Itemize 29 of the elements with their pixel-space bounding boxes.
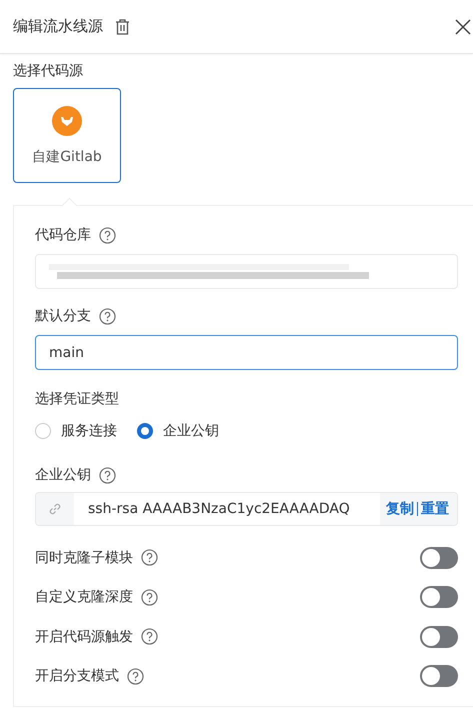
- switch-label: 同时克隆子模块: [35, 548, 133, 567]
- toggle-switch[interactable]: [420, 546, 458, 569]
- field-label: 默认分支: [35, 307, 91, 325]
- help-icon[interactable]: [99, 466, 116, 484]
- field-label: 选择代码源: [13, 63, 83, 79]
- fox-logo-icon: [52, 106, 82, 136]
- field-label: 企业公钥: [35, 466, 91, 484]
- toggle-switch[interactable]: [420, 586, 458, 608]
- help-icon[interactable]: [99, 308, 116, 324]
- close-icon[interactable]: [455, 18, 471, 34]
- toggle-switch[interactable]: [420, 665, 458, 688]
- help-icon[interactable]: [99, 226, 116, 244]
- field-label: 代码仓库: [35, 226, 91, 244]
- field-label: 选择凭证类型: [35, 391, 119, 407]
- switch-label: 开启代码源触发: [35, 628, 133, 646]
- help-icon[interactable]: [127, 668, 144, 685]
- radio-option[interactable]: 企业公钥: [137, 422, 219, 440]
- help-icon[interactable]: [141, 588, 158, 606]
- help-icon[interactable]: [141, 628, 158, 646]
- switch-label: 开启分支模式: [35, 667, 119, 686]
- input-field[interactable]: main: [35, 335, 458, 370]
- help-icon[interactable]: [141, 549, 158, 566]
- radio-option[interactable]: 服务连接: [35, 422, 117, 440]
- switch-label: 自定义克隆深度: [35, 588, 133, 606]
- toggle-switch[interactable]: [420, 626, 458, 648]
- source-card[interactable]: 自建Gitlab: [13, 88, 121, 183]
- panel-title: 编辑流水线源: [13, 17, 103, 36]
- trash-icon[interactable]: [115, 18, 130, 34]
- input-field[interactable]: [35, 254, 458, 289]
